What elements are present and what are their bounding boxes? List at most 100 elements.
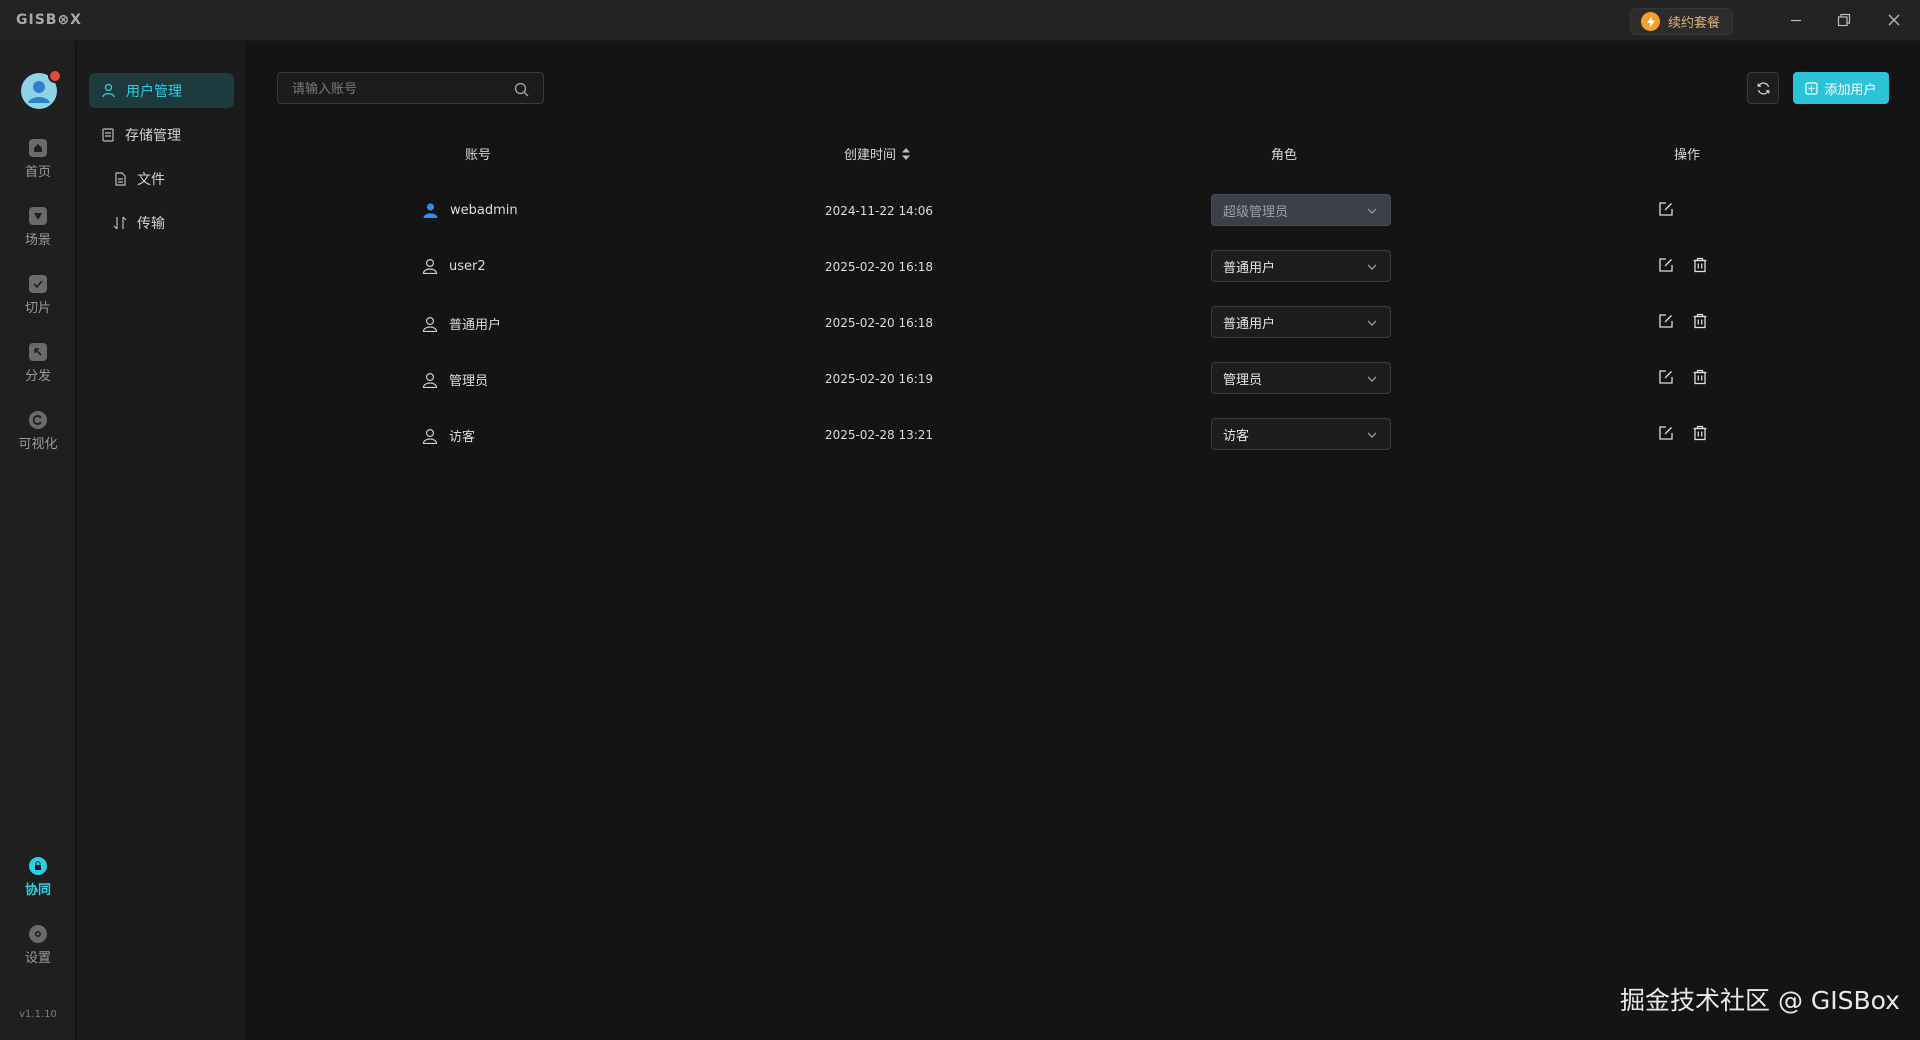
table-row: user2 2025-02-20 16:18 普通用户: [247, 241, 1920, 297]
table-row: 普通用户 2025-02-20 16:18 普通用户: [247, 297, 1920, 353]
watermark: 掘金技术社区 @ GISBox: [1620, 986, 1900, 1015]
delete-icon[interactable]: [1692, 369, 1708, 385]
account-name: 普通用户: [449, 318, 502, 333]
role-select[interactable]: 管理员: [1211, 362, 1391, 394]
renew-plan-button[interactable]: 续约套餐: [1630, 8, 1734, 35]
delete-icon[interactable]: [1692, 425, 1708, 441]
column-header-label: 操作: [1673, 148, 1701, 163]
role-select[interactable]: 访客: [1211, 418, 1391, 450]
close-icon: [1888, 14, 1900, 26]
restore-button[interactable]: [1830, 8, 1858, 32]
account-name: webadmin: [450, 203, 518, 218]
submenu-item-user-management[interactable]: 用户管理: [89, 73, 234, 108]
account-name: 管理员: [449, 374, 489, 389]
role-select-value: 管理员: [1223, 372, 1263, 388]
renew-plan-label: 续约套餐: [1668, 16, 1721, 31]
chevron-down-icon: [1367, 320, 1377, 326]
rail-item-home[interactable]: 首页: [0, 139, 76, 195]
collab-icon: [29, 857, 47, 875]
account-cell: webadmin: [422, 202, 518, 219]
account-name: 访客: [449, 430, 476, 445]
rail-item-label: 协同: [24, 883, 51, 898]
scene-icon: [29, 207, 47, 225]
role-select-value: 普通用户: [1223, 260, 1276, 276]
role-select-value: 超级管理员: [1223, 204, 1289, 220]
edit-icon[interactable]: [1658, 313, 1674, 329]
add-icon: [1805, 81, 1819, 95]
file-icon: [115, 171, 126, 186]
table-row: 访客 2025-02-28 13:21 访客: [247, 409, 1920, 465]
add-user-button[interactable]: 添加用户: [1793, 72, 1889, 104]
submenu-item-label: 文件: [137, 171, 165, 188]
edit-icon[interactable]: [1658, 369, 1674, 385]
visualize-icon: [29, 411, 47, 429]
storage-icon: [102, 127, 114, 142]
edit-icon[interactable]: [1658, 257, 1674, 273]
rail-item-label: 切片: [24, 301, 51, 316]
rail-item-label: 首页: [24, 165, 51, 180]
delete-icon[interactable]: [1692, 313, 1708, 329]
account-cell: 普通用户: [422, 314, 501, 333]
account-name: user2: [449, 258, 486, 274]
chevron-down-icon: [1367, 208, 1377, 214]
edit-icon[interactable]: [1658, 201, 1674, 217]
rail-item-collab[interactable]: 协同: [0, 857, 76, 913]
search-icon[interactable]: [514, 82, 529, 97]
table-row: webadmin 2024-11-22 14:06 超级管理员: [247, 185, 1920, 241]
refresh-icon: [1757, 81, 1769, 95]
account-cell: 管理员: [422, 370, 488, 389]
column-header-actions: 操作: [1674, 144, 1700, 163]
icon-rail: 首页 场景 切片 分发 可视化 协同 设置 v1.1.10: [0, 41, 76, 1040]
role-select-value: 访客: [1223, 428, 1250, 444]
chevron-down-icon: [1367, 432, 1377, 438]
edit-icon[interactable]: [1658, 425, 1674, 441]
add-user-label: 添加用户: [1824, 82, 1877, 98]
user-icon: [423, 203, 438, 218]
column-header-created[interactable]: 创建时间: [844, 144, 911, 163]
role-select[interactable]: 普通用户: [1211, 306, 1391, 338]
role-select[interactable]: 普通用户: [1211, 250, 1391, 282]
delete-icon[interactable]: [1692, 257, 1708, 273]
created-time: 2024-11-22 14:06: [824, 204, 934, 218]
created-time: 2025-02-20 16:18: [824, 316, 934, 330]
column-header-label: 账号: [464, 148, 492, 163]
transfer-icon: [113, 216, 127, 229]
user-icon: [102, 83, 115, 98]
close-button[interactable]: [1880, 8, 1908, 32]
column-header-account: 账号: [465, 144, 491, 163]
created-time: 2025-02-28 13:21: [824, 428, 934, 442]
rail-item-label: 设置: [24, 951, 51, 966]
search-input[interactable]: [292, 79, 502, 99]
table-row: 管理员 2025-02-20 16:19 管理员: [247, 353, 1920, 409]
rail-item-visualize[interactable]: 可视化: [0, 411, 76, 467]
search-box: [277, 72, 544, 104]
notification-badge: [48, 69, 62, 83]
submenu-item-storage-management[interactable]: 存储管理: [101, 117, 181, 152]
version-label: v1.1.10: [19, 1009, 57, 1020]
sort-icon[interactable]: [902, 147, 911, 160]
gear-icon: [29, 925, 47, 943]
user-icon: [422, 372, 438, 388]
rail-item-tile[interactable]: 切片: [0, 275, 76, 331]
created-time: 2025-02-20 16:18: [824, 260, 934, 274]
chevron-down-icon: [1367, 264, 1377, 270]
submenu-item-transfer[interactable]: 传输: [113, 205, 165, 240]
rail-item-scene[interactable]: 场景: [0, 207, 76, 263]
rail-item-publish[interactable]: 分发: [0, 343, 76, 399]
rail-item-label: 可视化: [18, 437, 58, 452]
account-cell: 访客: [422, 426, 475, 445]
publish-icon: [29, 343, 47, 361]
rail-item-label: 分发: [24, 369, 51, 384]
role-select-value: 普通用户: [1223, 316, 1276, 332]
title-bar: GISB⊗X 续约套餐: [0, 0, 1920, 41]
lightning-icon: [1641, 12, 1660, 31]
submenu-item-files[interactable]: 文件: [113, 161, 165, 196]
column-header-role: 角色: [1271, 144, 1297, 163]
rail-item-settings[interactable]: 设置: [0, 925, 76, 981]
minimize-button[interactable]: [1782, 8, 1810, 32]
submenu-item-label: 传输: [137, 215, 165, 232]
refresh-button[interactable]: [1747, 72, 1779, 104]
minimize-icon: [1791, 19, 1801, 22]
user-icon: [422, 258, 438, 274]
chevron-down-icon: [1367, 376, 1377, 382]
